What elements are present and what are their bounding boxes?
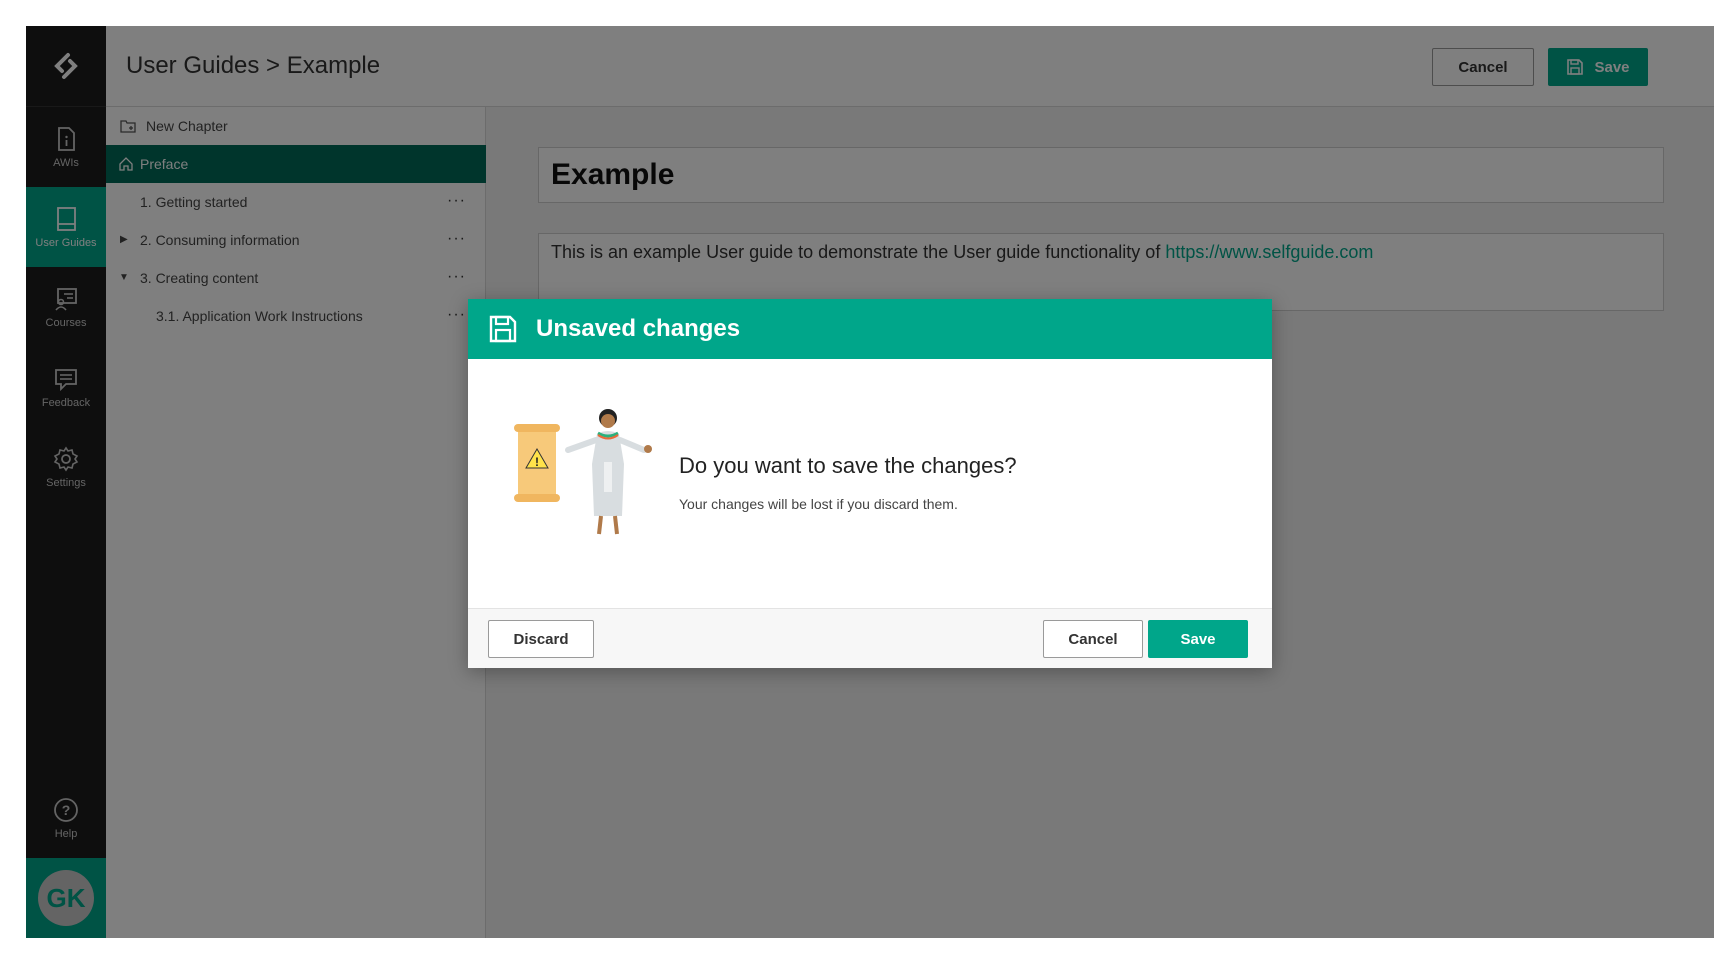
cancel-button[interactable]: Cancel (1043, 620, 1143, 658)
dialog-header: Unsaved changes (468, 299, 1272, 359)
dialog-question: Do you want to save the changes? (679, 453, 1017, 478)
svg-text:!: ! (535, 455, 539, 469)
dialog-footer: Discard Cancel Save (468, 608, 1272, 668)
dialog-title: Unsaved changes (536, 315, 741, 342)
dialog-subtext: Your changes will be lost if you discard… (679, 496, 958, 512)
warning-scroll-illustration-icon: ! (514, 409, 652, 535)
save-button[interactable]: Save (1148, 620, 1248, 658)
discard-button[interactable]: Discard (488, 620, 594, 658)
app-window: AWIs User Guides Courses (26, 26, 1714, 938)
save-icon (489, 315, 517, 343)
unsaved-changes-dialog: Unsaved changes ! Do you want to save th… (468, 299, 1272, 668)
